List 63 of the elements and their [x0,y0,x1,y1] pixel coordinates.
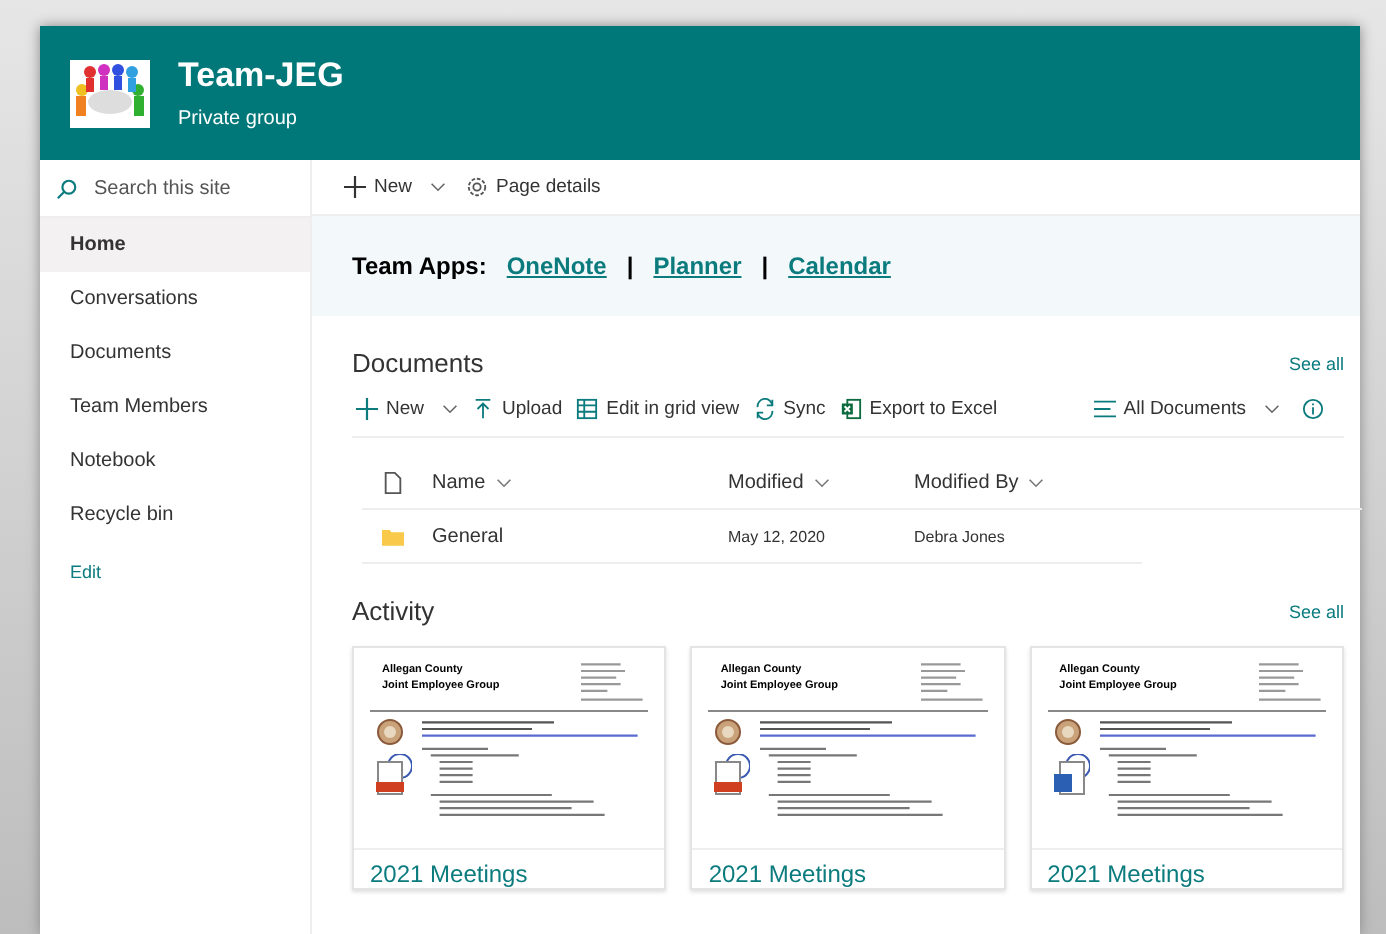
caret-icon [1028,477,1045,487]
column-header[interactable]: Name [432,471,728,493]
caret-icon [1264,404,1280,414]
info-icon[interactable] [1302,398,1324,420]
caret-icon [430,182,447,192]
plus-icon [344,176,366,198]
text-lines-drawing [1257,660,1326,704]
nav-item[interactable]: Home [40,218,310,272]
file-icon [382,471,404,493]
seal-icon [714,718,743,746]
lines-icon [1093,398,1116,420]
pdf-file-icon [714,754,751,798]
modified-by: Debra Jones [914,527,1005,545]
app-link[interactable]: OneNote [506,252,607,280]
nav-item[interactable]: Team Members [40,380,310,434]
caret-icon [442,404,459,414]
card-title: 2021 Meetings [1045,858,1207,888]
pdf-file-icon [376,754,412,798]
caret-icon [813,477,830,487]
modified-date: May 12, 2020 [728,527,827,545]
page-details-button[interactable]: Page details [462,172,605,202]
nav-item[interactable]: Notebook [40,434,310,488]
new-button[interactable]: New [340,172,451,202]
upload-icon [472,398,495,420]
card-title: 2021 Meetings [706,858,869,888]
sync-icon [753,398,776,420]
see-all-link[interactable]: See all [1288,601,1344,621]
nav-item[interactable]: Documents [40,326,310,380]
folder-name[interactable]: General [432,525,728,547]
upload-button[interactable]: Upload [468,394,567,424]
caret-icon [495,477,512,487]
seal-icon [376,718,404,746]
app-link[interactable]: Calendar [788,252,891,280]
site-title: Team-JEG [178,56,344,96]
sync-button[interactable]: Sync [749,394,830,424]
card-title: 2021 Meetings [368,858,530,888]
word-file-icon [1053,754,1090,798]
grid-button[interactable]: Edit in grid view [572,394,744,424]
nav-item[interactable]: Recycle bin [40,488,310,542]
site-subtitle: Private group [178,108,299,130]
spreadsheet-icon [839,398,862,420]
view-selector[interactable]: All Documents [1089,394,1284,424]
new-button[interactable]: New [352,394,463,424]
plus-icon [356,398,378,420]
seal-icon [1053,718,1082,746]
separator: | [626,252,634,280]
folder-icon [382,525,404,547]
separator: | [761,252,769,280]
text-lines-drawing [919,660,988,704]
excel-button[interactable]: Export to Excel [835,394,1002,424]
text-lines-drawing [580,660,649,704]
edit-link[interactable]: Edit [40,542,310,602]
team-apps-label: Team Apps: [352,252,487,280]
section-title: Documents [352,348,484,378]
gear-icon [466,176,489,198]
column-header[interactable]: Modified [728,471,914,493]
section-title: Activity [352,596,435,626]
grid-icon [576,398,599,420]
see-all-link[interactable]: See all [1288,353,1344,373]
column-header[interactable]: Modified By [914,471,1045,493]
app-link[interactable]: Planner [653,252,742,280]
search-icon [56,177,78,199]
nav-item[interactable]: Conversations [40,272,310,326]
